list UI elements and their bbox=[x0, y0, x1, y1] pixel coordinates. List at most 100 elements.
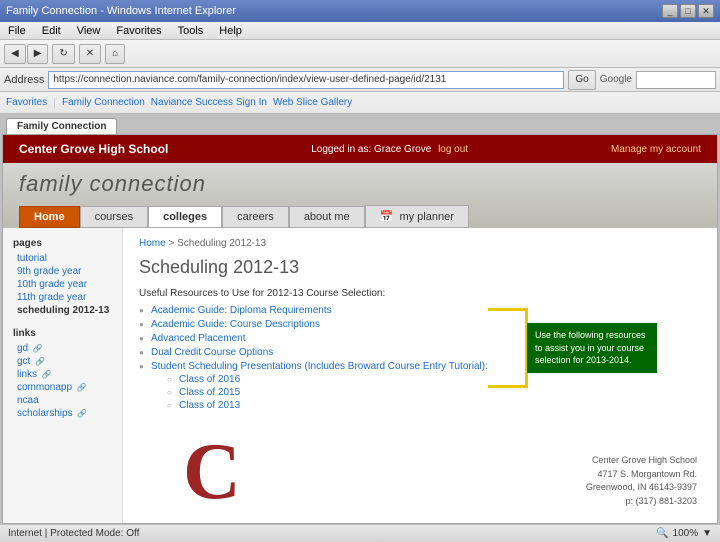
sub-link-1[interactable]: Class of 2015 bbox=[179, 387, 240, 398]
nav-courses[interactable]: courses bbox=[80, 206, 149, 228]
menu-favorites[interactable]: Favorites bbox=[112, 25, 165, 37]
search-label: Google bbox=[600, 74, 632, 85]
search-input[interactable] bbox=[636, 71, 716, 89]
manage-account-link[interactable]: Manage my account bbox=[611, 144, 701, 155]
menu-edit[interactable]: Edit bbox=[38, 25, 65, 37]
sidebar-link-ncaa[interactable]: ncaa bbox=[13, 395, 112, 406]
nav-arrows: ◀ ▶ bbox=[4, 44, 48, 64]
external-link-icon-4: 🔗 bbox=[77, 383, 87, 392]
browser-toolbar: ◀ ▶ ↻ ✕ ⌂ bbox=[0, 40, 720, 68]
main-content: Home > Scheduling 2012-13 Scheduling 201… bbox=[123, 228, 717, 524]
zone-status: Internet | Protected Mode: Off bbox=[8, 528, 139, 539]
footer-address2: Greenwood, IN 46143-9397 bbox=[586, 481, 697, 495]
browser-tab[interactable]: Family Connection bbox=[6, 118, 117, 134]
sidebar-link-scholarships[interactable]: scholarships 🔗 bbox=[13, 408, 112, 419]
status-bar: Internet | Protected Mode: Off 🔍 100% ▼ bbox=[0, 524, 720, 542]
logged-in-text: Logged in as: Grace Grove log out bbox=[311, 144, 468, 155]
breadcrumb: Home > Scheduling 2012-13 bbox=[139, 238, 701, 249]
forward-button[interactable]: ▶ bbox=[27, 44, 49, 64]
site-title: family connection bbox=[19, 171, 701, 197]
sidebar-link-gd[interactable]: gd 🔗 bbox=[13, 343, 112, 354]
nav-my-planner[interactable]: 📅 my planner bbox=[365, 205, 469, 228]
address-input[interactable] bbox=[48, 71, 564, 89]
links-section-title: links bbox=[13, 328, 112, 339]
breadcrumb-current: Scheduling 2012-13 bbox=[177, 238, 266, 249]
footer-phone: p: (317) 881-3203 bbox=[586, 495, 697, 509]
external-link-icon-2: 🔗 bbox=[35, 357, 45, 366]
title-bar: Family Connection - Windows Internet Exp… bbox=[0, 0, 720, 22]
resource-link-3[interactable]: Dual Credit Course Options bbox=[151, 347, 273, 358]
favorites-bar: Favorites | Family Connection Naviance S… bbox=[0, 92, 720, 114]
external-link-icon-5: 🔗 bbox=[77, 409, 87, 418]
external-link-icon: 🔗 bbox=[33, 344, 43, 353]
go-button[interactable]: Go bbox=[568, 70, 595, 90]
content-area: pages tutorial 9th grade year 10th grade… bbox=[3, 228, 717, 524]
resource-link-4[interactable]: Student Scheduling Presentations (Includ… bbox=[151, 361, 488, 372]
footer-school-name: Center Grove High School bbox=[586, 454, 697, 468]
menu-file[interactable]: File bbox=[4, 25, 30, 37]
external-link-icon-3: 🔗 bbox=[42, 370, 52, 379]
sidebar-item-11th[interactable]: 11th grade year bbox=[13, 292, 112, 303]
tooltip-text: Use the following resources to assist yo… bbox=[535, 330, 646, 365]
sidebar: pages tutorial 9th grade year 10th grade… bbox=[3, 228, 123, 524]
nav-home[interactable]: Home bbox=[19, 206, 80, 228]
zoom-icon: 🔍 bbox=[656, 528, 668, 539]
page-wrapper: Center Grove High School Logged in as: G… bbox=[2, 134, 718, 524]
tooltip-container: Use the following resources to assist yo… bbox=[488, 308, 657, 388]
sub-link-2[interactable]: Class of 2013 bbox=[179, 400, 240, 411]
menu-help[interactable]: Help bbox=[215, 25, 246, 37]
menu-view[interactable]: View bbox=[73, 25, 105, 37]
sidebar-link-links[interactable]: links 🔗 bbox=[13, 369, 112, 380]
restore-button[interactable]: □ bbox=[680, 4, 696, 18]
sidebar-link-gct[interactable]: gct 🔗 bbox=[13, 356, 112, 367]
pages-section-title: pages bbox=[13, 238, 112, 249]
school-footer: Center Grove High School 4717 S. Morgant… bbox=[586, 454, 697, 508]
address-bar-row: Address Go Google bbox=[0, 68, 720, 92]
log-out-link[interactable]: log out bbox=[438, 144, 468, 155]
fav-family-connection[interactable]: Family Connection bbox=[62, 97, 145, 108]
list-item: Class of 2015 bbox=[167, 387, 701, 398]
nav-header: family connection Home courses colleges … bbox=[3, 163, 717, 228]
main-nav: Home courses colleges careers about me 📅… bbox=[19, 205, 701, 228]
nav-about-me[interactable]: about me bbox=[289, 206, 365, 228]
sub-link-0[interactable]: Class of 2016 bbox=[179, 374, 240, 385]
planner-icon: 📅 bbox=[380, 211, 394, 223]
footer-address1: 4717 S. Morgantown Rd. bbox=[586, 468, 697, 482]
address-label: Address bbox=[4, 74, 44, 86]
fav-web-slice[interactable]: Web Slice Gallery bbox=[273, 97, 352, 108]
stop-button[interactable]: ✕ bbox=[79, 44, 101, 64]
resources-label: Useful Resources to Use for 2012-13 Cour… bbox=[139, 288, 701, 299]
tooltip-box: Use the following resources to assist yo… bbox=[527, 323, 657, 373]
nav-colleges[interactable]: colleges bbox=[148, 206, 222, 228]
browser-title: Family Connection - Windows Internet Exp… bbox=[6, 5, 236, 17]
sidebar-item-scheduling[interactable]: scheduling 2012-13 bbox=[13, 305, 112, 316]
menu-tools[interactable]: Tools bbox=[174, 25, 208, 37]
page-title: Scheduling 2012-13 bbox=[139, 257, 701, 278]
sidebar-link-commonapp[interactable]: commonapp 🔗 bbox=[13, 382, 112, 393]
school-header: Center Grove High School Logged in as: G… bbox=[3, 135, 717, 163]
list-item: Class of 2013 bbox=[167, 400, 701, 411]
menu-bar: File Edit View Favorites Tools Help bbox=[0, 22, 720, 40]
sidebar-item-9th[interactable]: 9th grade year bbox=[13, 266, 112, 277]
school-logo: C bbox=[183, 427, 241, 518]
sidebar-item-10th[interactable]: 10th grade year bbox=[13, 279, 112, 290]
back-button[interactable]: ◀ bbox=[4, 44, 26, 64]
resource-link-2[interactable]: Advanced Placement bbox=[151, 333, 246, 344]
school-name: Center Grove High School bbox=[19, 142, 168, 156]
window-controls: _ □ ✕ bbox=[662, 4, 714, 18]
home-browser-button[interactable]: ⌂ bbox=[105, 44, 125, 64]
bracket-shape bbox=[488, 308, 528, 388]
breadcrumb-home[interactable]: Home bbox=[139, 238, 166, 249]
close-button[interactable]: ✕ bbox=[698, 4, 714, 18]
tabs-row: Family Connection bbox=[0, 114, 720, 134]
nav-careers[interactable]: careers bbox=[222, 206, 289, 228]
refresh-button[interactable]: ↻ bbox=[52, 44, 74, 64]
sidebar-item-tutorial[interactable]: tutorial bbox=[13, 253, 112, 264]
zoom-level: 100% bbox=[673, 528, 699, 539]
fav-naviance[interactable]: Naviance Success Sign In bbox=[151, 97, 267, 108]
favorites-link[interactable]: Favorites bbox=[6, 97, 47, 108]
zoom-dropdown-icon[interactable]: ▼ bbox=[702, 528, 712, 539]
minimize-button[interactable]: _ bbox=[662, 4, 678, 18]
resource-link-0[interactable]: Academic Guide: Diploma Requirements bbox=[151, 305, 332, 316]
resource-link-1[interactable]: Academic Guide: Course Descriptions bbox=[151, 319, 320, 330]
